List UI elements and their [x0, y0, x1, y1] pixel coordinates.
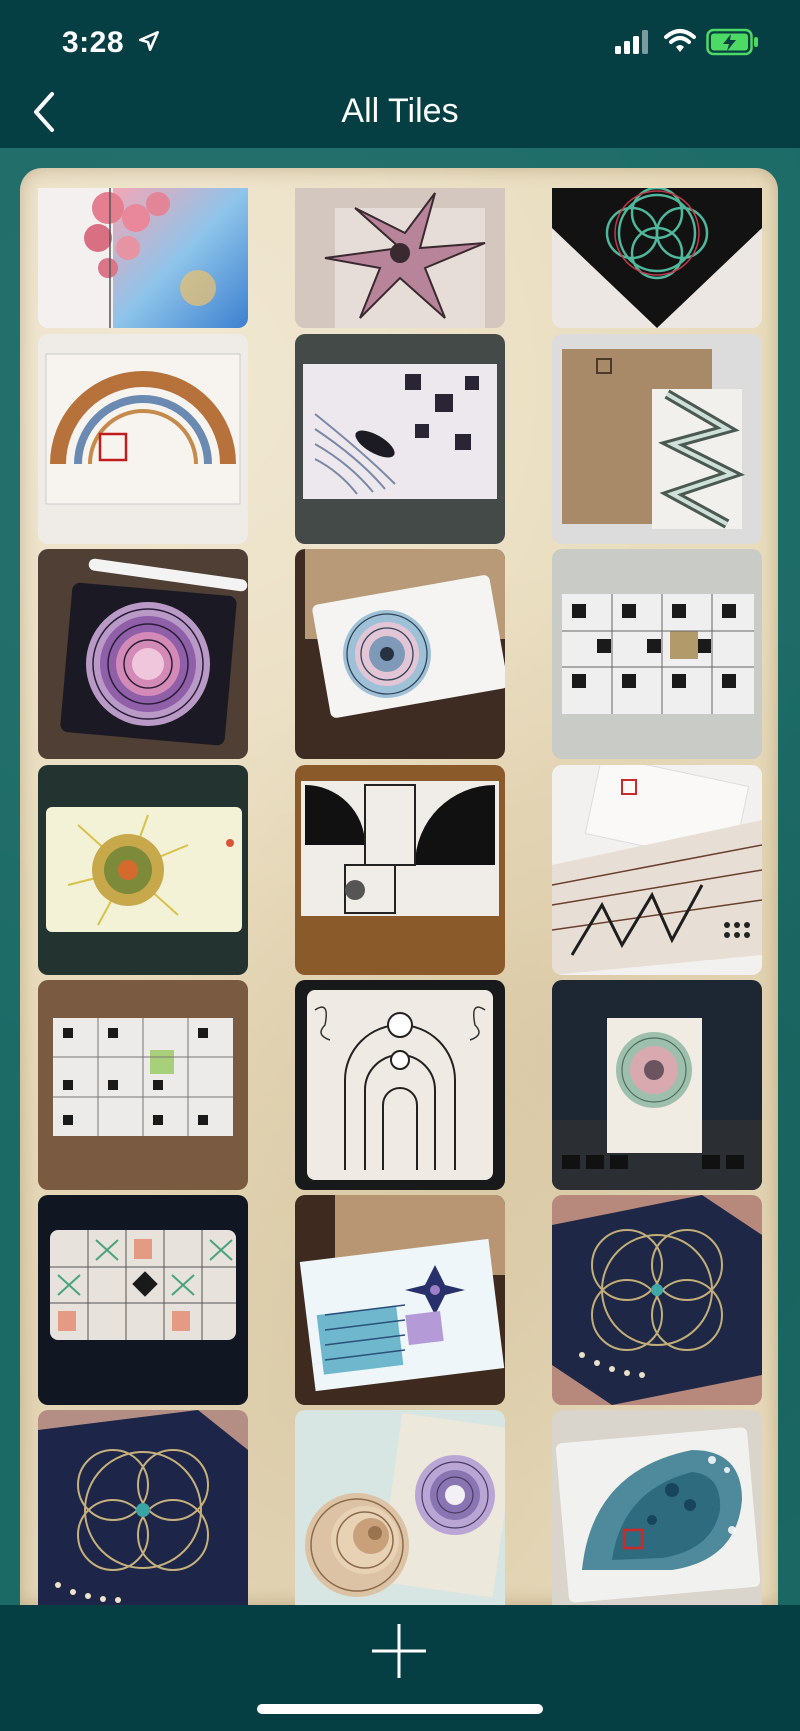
tile-9[interactable]	[552, 549, 762, 759]
tile-16[interactable]	[38, 1195, 248, 1405]
add-tile-button[interactable]	[370, 1622, 428, 1680]
tile-19[interactable]	[38, 1410, 248, 1620]
tile-4[interactable]	[38, 334, 248, 544]
tile-12[interactable]	[552, 765, 762, 975]
tile-5[interactable]	[295, 334, 505, 544]
tile-20[interactable]	[295, 1410, 505, 1620]
tile-7[interactable]	[38, 549, 248, 759]
plus-icon	[372, 1624, 426, 1678]
tile-17[interactable]	[295, 1195, 505, 1405]
tile-10[interactable]	[38, 765, 248, 975]
tile-8[interactable]	[295, 549, 505, 759]
tile-18[interactable]	[552, 1195, 762, 1405]
tile-14[interactable]	[295, 980, 505, 1190]
tile-grid	[0, 0, 800, 1731]
tile-11[interactable]	[295, 765, 505, 975]
home-indicator	[257, 1704, 543, 1714]
tile-15[interactable]	[552, 980, 762, 1190]
tile-6[interactable]	[552, 334, 762, 544]
tile-13[interactable]	[38, 980, 248, 1190]
tile-1[interactable]	[38, 188, 248, 328]
tile-21[interactable]	[552, 1410, 762, 1620]
tile-3[interactable]	[552, 188, 762, 328]
tile-2[interactable]	[295, 188, 505, 328]
